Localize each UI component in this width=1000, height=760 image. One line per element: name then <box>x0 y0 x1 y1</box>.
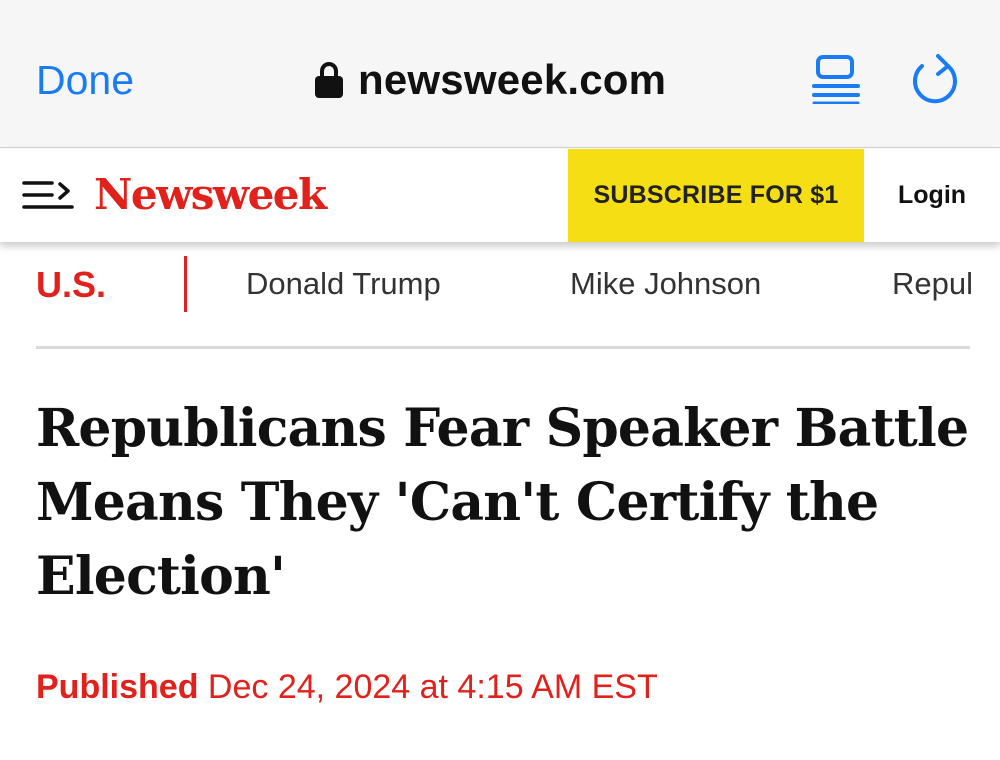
browser-toolbar: Done newsweek.com <box>0 0 1000 148</box>
address-bar[interactable]: newsweek.com <box>314 52 666 108</box>
subscribe-button[interactable]: SUBSCRIBE FOR $1 <box>568 149 864 242</box>
url-text: newsweek.com <box>358 56 667 103</box>
topic-link-republicans[interactable]: Repul <box>892 264 973 304</box>
publish-date: Published Dec 24, 2024 at 4:15 AM EST <box>36 664 658 710</box>
published-date: Dec 24, 2024 at 4:15 AM EST <box>207 668 658 706</box>
done-button[interactable]: Done <box>36 52 134 108</box>
lock-icon <box>314 52 344 108</box>
divider <box>36 346 970 349</box>
nav-divider <box>184 256 187 312</box>
login-link[interactable]: Login <box>898 149 966 242</box>
topic-link-mike-johnson[interactable]: Mike Johnson <box>570 264 761 304</box>
reader-mode-icon[interactable] <box>812 54 860 104</box>
site-header: Newsweek SUBSCRIBE FOR $1 Login <box>0 149 1000 242</box>
newsweek-logo[interactable]: Newsweek <box>94 167 327 223</box>
reload-icon[interactable] <box>908 52 960 106</box>
article-headline: Republicans Fear Speaker Battle Means Th… <box>36 398 969 607</box>
section-link-us[interactable]: U.S. <box>36 264 106 306</box>
topic-nav: U.S. Donald Trump Mike Johnson Repul <box>0 242 1000 322</box>
topic-link-donald-trump[interactable]: Donald Trump <box>246 264 441 304</box>
menu-icon[interactable] <box>22 177 76 213</box>
published-label: Published <box>36 668 199 706</box>
